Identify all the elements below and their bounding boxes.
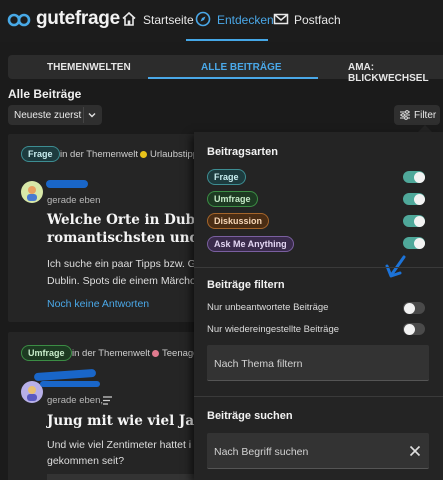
sliders-icon[interactable] bbox=[399, 109, 411, 121]
post-time: gerade eben, bbox=[47, 395, 103, 406]
topic-filter-placeholder[interactable]: Nach Thema filtern bbox=[214, 358, 303, 370]
sort-value[interactable]: Neueste zuerst bbox=[14, 110, 81, 121]
toggle-ama[interactable] bbox=[403, 237, 425, 249]
tab-ama-blickwechsel[interactable]: AMA: BLICKWECHSEL bbox=[348, 62, 443, 84]
post-time: gerade eben bbox=[47, 195, 101, 206]
redacted-username bbox=[46, 180, 88, 188]
filter-label[interactable]: Filter bbox=[414, 110, 436, 121]
avatar[interactable] bbox=[21, 181, 43, 203]
themenwelt-prefix: in der Themenwelt bbox=[60, 149, 138, 160]
toggle-frage[interactable] bbox=[403, 171, 425, 183]
nav-postfach[interactable]: Postfach bbox=[294, 13, 341, 27]
section-title-beitragsarten: Beitragsarten bbox=[207, 146, 278, 158]
post-type-badge: Umfrage bbox=[21, 345, 72, 361]
post-type-badge: Frage bbox=[21, 146, 60, 162]
compass-icon[interactable] bbox=[195, 11, 211, 27]
type-badge-umfrage: Umfrage bbox=[207, 191, 258, 207]
panel-divider bbox=[194, 396, 443, 397]
list-lines-icon bbox=[103, 396, 112, 405]
post-excerpt: gekommen seit? bbox=[47, 455, 125, 467]
user-avatar-icon bbox=[27, 186, 37, 201]
themenwelt-link[interactable]: Urlaubstipp bbox=[150, 149, 198, 160]
search-placeholder[interactable]: Nach Begriff suchen bbox=[214, 446, 308, 458]
toggle-wiedereingestellt[interactable] bbox=[403, 323, 425, 335]
tab-themenwelten[interactable]: THEMENWELTEN bbox=[47, 62, 131, 73]
answers-link[interactable]: Noch keine Antworten bbox=[47, 298, 149, 310]
option-wiedereingestellt-label: Nur wiedereingestellte Beiträge bbox=[207, 324, 340, 335]
nav-entdecken[interactable]: Entdecken bbox=[217, 13, 274, 27]
sort-divider bbox=[83, 107, 84, 123]
poll-option-bar[interactable] bbox=[47, 474, 197, 480]
themenwelt-link[interactable]: Teenage bbox=[162, 348, 198, 359]
mail-icon[interactable] bbox=[273, 11, 289, 27]
brand-name[interactable]: gutefrage bbox=[36, 8, 120, 30]
toggle-diskussion[interactable] bbox=[403, 215, 425, 227]
option-unbeantwortet-label: Nur unbeantwortete Beiträge bbox=[207, 302, 329, 313]
home-icon[interactable] bbox=[121, 11, 137, 27]
themenwelt-dot-icon bbox=[140, 151, 147, 158]
tab-alle-beitraege[interactable]: ALLE BEITRÄGE bbox=[201, 62, 282, 73]
nav-startseite[interactable]: Startseite bbox=[143, 13, 194, 27]
chevron-down-icon[interactable] bbox=[87, 110, 97, 120]
redacted-username bbox=[40, 381, 100, 387]
themenwelt-prefix: in der Themenwelt bbox=[72, 348, 150, 359]
toggle-umfrage[interactable] bbox=[403, 193, 425, 205]
post-excerpt: Ich suche ein paar Tipps bzw. G bbox=[47, 258, 196, 270]
post-excerpt: Und wie viel Zentimeter hattet i bbox=[47, 439, 192, 451]
type-badge-ama: Ask Me Anything bbox=[207, 236, 294, 252]
section-title-filtern: Beiträge filtern bbox=[207, 279, 285, 291]
page-title: Alle Beiträge bbox=[8, 87, 82, 101]
close-icon[interactable] bbox=[409, 445, 421, 457]
type-badge-frage: Frage bbox=[207, 169, 246, 185]
type-badge-diskussion: Diskussion bbox=[207, 213, 270, 229]
post-excerpt: Dublin. Spots die einem Märcho bbox=[47, 275, 196, 287]
themenwelt-dot-icon bbox=[152, 350, 159, 357]
tab-active-indicator bbox=[148, 77, 318, 79]
section-title-suchen: Beiträge suchen bbox=[207, 410, 293, 422]
gutefrage-logo-icon[interactable] bbox=[7, 8, 31, 32]
panel-divider bbox=[194, 267, 443, 268]
toggle-unbeantwortet[interactable] bbox=[403, 302, 425, 314]
nav-active-indicator bbox=[186, 39, 268, 41]
